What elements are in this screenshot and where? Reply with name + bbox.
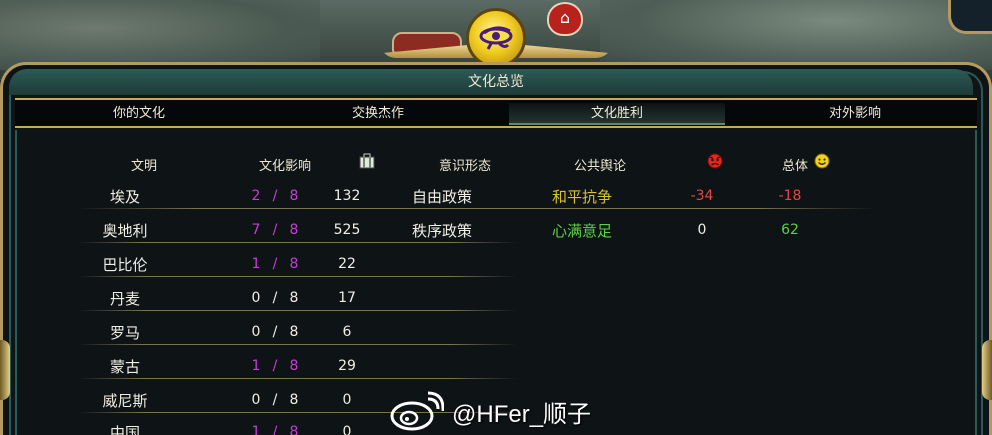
civ-name: 巴比伦 — [102, 256, 148, 274]
influence-current: 1 — [251, 256, 261, 272]
row-divider — [77, 276, 517, 277]
unhappy-face-icon — [707, 153, 723, 169]
tourism-value: 29 — [338, 358, 356, 374]
influence-separator: / — [272, 324, 278, 340]
tourism-value: 132 — [333, 188, 361, 204]
tab-swap-great-works[interactable]: 交换杰作 — [263, 103, 493, 125]
panel-edge-ornament-left — [0, 340, 10, 400]
map-terrain — [0, 0, 320, 70]
influence-total: 8 — [289, 290, 299, 306]
tab-foreign-influence[interactable]: 对外影响 — [741, 103, 969, 125]
tourism-value: 17 — [338, 290, 356, 306]
civ-name: 中国 — [109, 424, 140, 435]
total-happiness-value: 62 — [781, 222, 799, 238]
panel-edge-ornament-right — [982, 340, 992, 400]
civ-name: 奥地利 — [102, 222, 148, 240]
influence-total: 8 — [289, 188, 299, 204]
civ-name: 罗马 — [109, 324, 140, 342]
influence-current: 0 — [251, 290, 261, 306]
row-divider — [77, 310, 517, 311]
tourism-value: 22 — [338, 256, 356, 272]
weibo-logo-icon — [390, 391, 444, 431]
influence-current: 1 — [251, 424, 261, 435]
influence-separator: / — [272, 392, 278, 408]
public-opinion-value: 和平抗争 — [551, 188, 612, 206]
civ-name: 蒙古 — [109, 358, 140, 376]
influence-total: 8 — [289, 222, 299, 238]
row-divider — [77, 242, 517, 243]
row-divider — [77, 378, 517, 379]
tourism-value: 0 — [342, 392, 352, 408]
header-public-opinion: 公共舆论 — [574, 159, 627, 174]
unhappiness-value: -34 — [690, 188, 714, 204]
happy-face-icon — [814, 153, 830, 169]
influence-current: 2 — [251, 188, 261, 204]
influence-total: 8 — [289, 424, 299, 435]
ideology-value: 秩序政策 — [411, 222, 472, 240]
header-civ: 文明 — [131, 159, 158, 174]
influence-separator: / — [272, 424, 278, 435]
tourism-value: 6 — [342, 324, 352, 340]
influence-current: 0 — [251, 392, 261, 408]
total-happiness-value: -18 — [778, 188, 802, 204]
tourism-icon — [359, 153, 375, 169]
civ-name: 丹麦 — [109, 290, 140, 308]
influence-total: 8 — [289, 358, 299, 374]
influence-separator: / — [272, 358, 278, 374]
influence-current: 7 — [251, 222, 261, 238]
header-total: 总体 — [782, 159, 809, 174]
ideology-value: 自由政策 — [411, 188, 472, 206]
map-terrain — [600, 0, 992, 70]
civ-name: 埃及 — [109, 188, 140, 206]
influence-separator: / — [272, 188, 278, 204]
map-city-badge: ⌂ — [547, 2, 583, 36]
header-ideology: 意识形态 — [439, 159, 492, 174]
tab-bar: 你的文化 交换杰作 文化胜利 对外影响 — [15, 98, 977, 128]
watermark-text: @HFer_顺子 — [452, 400, 592, 428]
culture-overview-panel: 文化总览 你的文化 交换杰作 文化胜利 对外影响 文明 文化影响 意识形态 公共… — [0, 62, 992, 435]
influence-total: 8 — [289, 324, 299, 340]
influence-current: 0 — [251, 324, 261, 340]
tab-your-culture[interactable]: 你的文化 — [15, 103, 263, 125]
civ-name: 威尼斯 — [102, 392, 148, 410]
row-divider — [77, 344, 517, 345]
influence-total: 8 — [289, 256, 299, 272]
tourism-value: 525 — [333, 222, 361, 238]
unhappiness-value: 0 — [697, 222, 707, 238]
header-influence: 文化影响 — [259, 159, 312, 174]
culture-eye-icon — [466, 8, 526, 68]
influence-separator: / — [272, 256, 278, 272]
panel-title: 文化总览 — [468, 74, 524, 90]
influence-total: 8 — [289, 392, 299, 408]
tab-culture-victory[interactable]: 文化胜利 — [509, 103, 725, 125]
influence-separator: / — [272, 222, 278, 238]
tourism-value: 0 — [342, 424, 352, 435]
public-opinion-value: 心满意足 — [551, 222, 612, 240]
influence-separator: / — [272, 290, 278, 306]
minimap-corner — [948, 0, 992, 34]
row-divider — [77, 208, 877, 209]
influence-current: 1 — [251, 358, 261, 374]
watermark: @HFer_顺子 — [388, 389, 591, 433]
